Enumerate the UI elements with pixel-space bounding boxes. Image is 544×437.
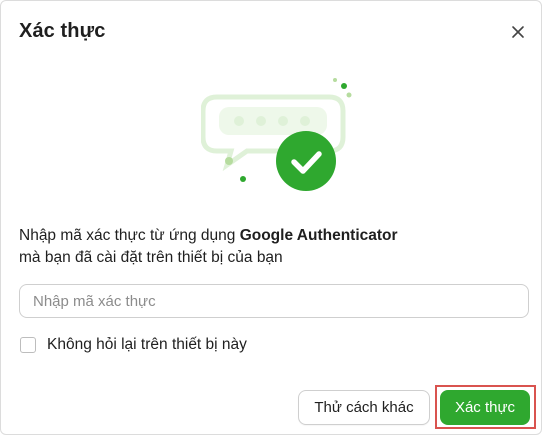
instruction-suffix: mà bạn đã cài đặt trên thiết bị của bạn (19, 249, 283, 266)
instruction-prefix: Nhập mã xác thực từ ứng dụng (19, 227, 240, 244)
checkbox-box[interactable] (20, 337, 36, 353)
try-another-method-button[interactable]: Thử cách khác (298, 390, 430, 425)
verification-dialog: Xác thực Nhập mã xác thực từ ứng dụng Go… (0, 0, 542, 435)
remember-device-label: Không hỏi lại trên thiết bị này (47, 336, 247, 353)
instruction-text: Nhập mã xác thực từ ứng dụng Google Auth… (19, 225, 529, 269)
remember-device-checkbox[interactable]: Không hỏi lại trên thiết bị này (20, 335, 247, 355)
verify-button[interactable]: Xác thực (440, 390, 530, 425)
verified-chat-check-icon (200, 73, 361, 203)
close-button[interactable] (508, 22, 528, 42)
verification-code-input[interactable] (19, 284, 529, 318)
dialog-title: Xác thực (19, 20, 106, 42)
authenticator-app-name: Google Authenticator (239, 227, 398, 244)
close-icon (512, 26, 524, 38)
